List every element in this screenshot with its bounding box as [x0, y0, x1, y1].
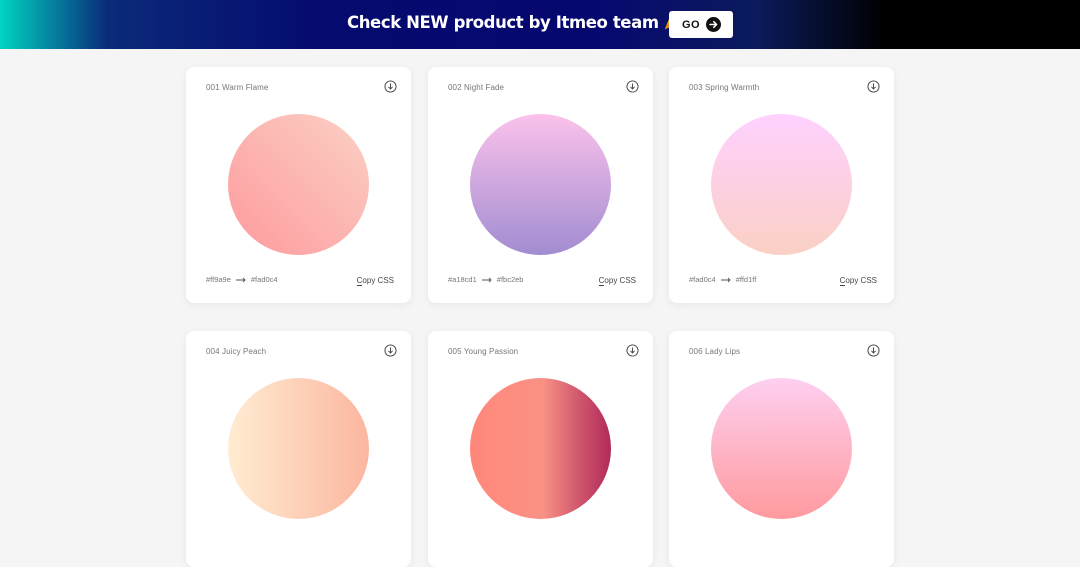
gradient-card-young-passion: 005 Young Passion	[428, 331, 653, 567]
color-from[interactable]: #ff9a9e	[206, 275, 231, 284]
arrow-right-icon	[235, 277, 246, 282]
gradient-name: 004 Juicy Peach	[206, 347, 267, 356]
color-stops: #ff9a9e #fad0c4	[206, 275, 278, 284]
gradient-name: 001 Warm Flame	[206, 83, 269, 92]
color-stops: #a18cd1 #fbc2eb	[448, 275, 523, 284]
gradient-card-night-fade: 002 Night Fade #a18cd1 #fbc2eb Copy CSS	[428, 67, 653, 303]
gradient-swatch[interactable]	[470, 114, 611, 255]
color-stops: #fad0c4 #ffd1ff	[689, 275, 756, 284]
copy-css-button[interactable]: Copy CSS	[356, 276, 394, 286]
banner-message: Check NEW product by Itmeo team	[347, 13, 681, 32]
promo-banner: Check NEW product by Itmeo team GO	[0, 0, 1080, 49]
gradient-name: 002 Night Fade	[448, 83, 505, 92]
download-icon[interactable]	[867, 80, 880, 93]
gradient-swatch[interactable]	[470, 378, 611, 519]
arrow-right-circle-icon	[706, 17, 721, 32]
go-button-label: GO	[682, 18, 701, 31]
copy-css-label: Copy CSS	[598, 276, 636, 286]
download-icon[interactable]	[384, 80, 397, 93]
gradient-name: 003 Spring Warmth	[689, 83, 760, 92]
download-icon[interactable]	[626, 80, 639, 93]
gradient-card-juicy-peach: 004 Juicy Peach	[186, 331, 411, 567]
color-to[interactable]: #fbc2eb	[497, 275, 524, 284]
download-icon[interactable]	[867, 344, 880, 357]
gradient-swatch[interactable]	[228, 114, 369, 255]
gradient-name: 005 Young Passion	[448, 347, 519, 356]
gradient-swatch[interactable]	[711, 114, 852, 255]
gradient-card-warm-flame: 001 Warm Flame #ff9a9e #fad0c4 Copy CSS	[186, 67, 411, 303]
gradient-card-spring-warmth: 003 Spring Warmth #fad0c4 #ffd1ff Copy C…	[669, 67, 894, 303]
go-button[interactable]: GO	[669, 11, 733, 38]
copy-css-button[interactable]: Copy CSS	[839, 276, 877, 286]
copy-css-label: Copy CSS	[356, 276, 394, 286]
gradient-swatch[interactable]	[228, 378, 369, 519]
arrow-right-icon	[481, 277, 492, 282]
color-to[interactable]: #ffd1ff	[736, 275, 757, 284]
color-from[interactable]: #a18cd1	[448, 275, 477, 284]
copy-css-button[interactable]: Copy CSS	[598, 276, 636, 286]
download-icon[interactable]	[384, 344, 397, 357]
copy-css-label: Copy CSS	[839, 276, 877, 286]
arrow-right-icon	[720, 277, 731, 282]
color-to[interactable]: #fad0c4	[251, 275, 278, 284]
gradient-name: 006 Lady Lips	[689, 347, 741, 356]
gradient-swatch[interactable]	[711, 378, 852, 519]
gradient-card-lady-lips: 006 Lady Lips	[669, 331, 894, 567]
banner-text: Check NEW product by Itmeo team	[347, 13, 659, 32]
download-icon[interactable]	[626, 344, 639, 357]
color-from[interactable]: #fad0c4	[689, 275, 716, 284]
